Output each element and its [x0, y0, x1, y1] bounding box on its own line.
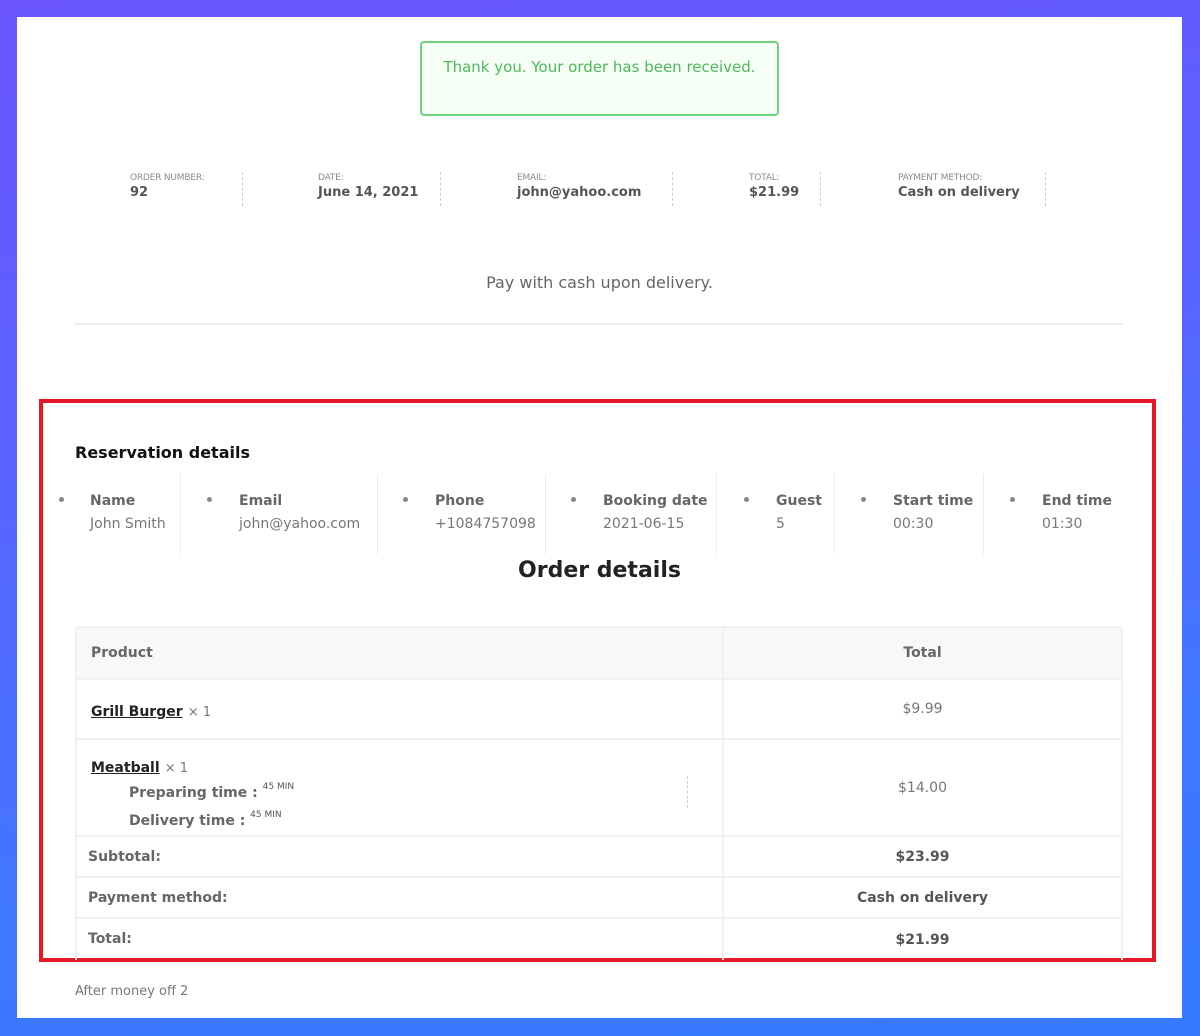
product-link[interactable]: Meatball [91, 760, 160, 776]
subtotal-row: Subtotal: $23.99 [77, 837, 1121, 878]
overview-value: 92 [130, 185, 149, 200]
reservation-field-email: Email john@yahoo.com [181, 474, 378, 554]
field-label: Start time [893, 493, 974, 509]
reservation-field-guest: Guest 5 [717, 474, 835, 554]
field-label: Booking date [603, 493, 708, 509]
reservation-details-list: Name John Smith Email john@yahoo.com Pho… [17, 474, 1182, 554]
product-cell: Grill Burger × 1 [77, 680, 724, 738]
field-value: +1084757098 [435, 516, 536, 532]
bullet-icon [744, 497, 749, 502]
field-label: Guest [776, 493, 822, 509]
overview-payment-method: Payment method: Cash on delivery [898, 172, 1046, 206]
bullet-icon [1010, 497, 1015, 502]
payment-instructions: Pay with cash upon delivery. [486, 273, 713, 292]
field-label: End time [1042, 493, 1112, 509]
product-total: $14.00 [898, 779, 947, 796]
overview-label: Total: [749, 173, 780, 183]
order-details-table: Product Total Grill Burger × 1 $9.99 Mea… [75, 626, 1123, 960]
field-value: john@yahoo.com [239, 516, 361, 532]
totals-label: Payment method: [77, 878, 724, 917]
product-link[interactable]: Grill Burger [91, 704, 183, 720]
field-value: 01:30 [1042, 516, 1083, 532]
reservation-field-name: Name John Smith [59, 474, 181, 554]
totals-label: Subtotal: [77, 837, 724, 876]
field-value: 00:30 [893, 516, 934, 532]
section-divider [75, 323, 1123, 325]
overview-value: June 14, 2021 [318, 185, 419, 200]
overview-label: Order number: [130, 173, 205, 183]
meta-value: 45 MIN [250, 810, 282, 820]
totals-value: $23.99 [895, 848, 950, 865]
reservation-field-end-time: End time 01:30 [984, 474, 1124, 554]
meta-label: Delivery time : [129, 813, 246, 829]
overview-value: Cash on delivery [898, 185, 1020, 200]
meta-value: 45 MIN [262, 782, 295, 792]
table-row: Meatball × 1 Preparing time : 45 MIN Del… [77, 740, 1121, 837]
field-value: John Smith [90, 516, 166, 532]
overview-label: Date: [318, 173, 344, 183]
overview-label: Email: [517, 173, 547, 183]
payment-method-row: Payment method: Cash on delivery [77, 878, 1121, 919]
table-row: Grill Burger × 1 $9.99 [77, 680, 1121, 740]
overview-email: Email: john@yahoo.com [517, 172, 673, 206]
column-header-product: Product [77, 628, 724, 678]
preparing-time: Preparing time : 45 MIN [91, 776, 722, 804]
column-header-total: Total [903, 645, 942, 661]
reservation-field-start-time: Start time 00:30 [835, 474, 984, 554]
order-received-notice: Thank you. Your order has been received. [420, 41, 779, 116]
discount-note: After money off 2 [75, 984, 189, 999]
meta-label: Preparing time : [129, 785, 258, 801]
product-quantity: × 1 [164, 761, 189, 776]
field-label: Phone [435, 493, 485, 509]
overview-order-number: Order number: 92 [130, 172, 243, 206]
product-total: $9.99 [902, 701, 943, 717]
totals-label: Total: [77, 919, 724, 960]
table-header: Product Total [77, 628, 1121, 680]
overview-total: Total: $21.99 [749, 172, 821, 206]
notice-message: Thank you. Your order has been received. [443, 58, 756, 76]
dashed-separator [687, 776, 688, 808]
order-details-title: Order details [518, 558, 681, 583]
totals-value: $21.99 [895, 931, 950, 948]
overview-label: Payment method: [898, 173, 983, 183]
delivery-time: Delivery time : 45 MIN [91, 804, 722, 832]
order-received-page: Thank you. Your order has been received.… [17, 17, 1182, 1018]
product-quantity: × 1 [187, 705, 212, 720]
field-value: 2021-06-15 [603, 516, 685, 532]
field-label: Email [239, 493, 283, 509]
total-row: Total: $21.99 [77, 919, 1121, 960]
overview-value: $21.99 [749, 185, 800, 200]
bullet-icon [207, 497, 212, 502]
overview-value: john@yahoo.com [517, 185, 642, 200]
bullet-icon [403, 497, 408, 502]
reservation-field-phone: Phone +1084757098 [378, 474, 546, 554]
overview-date: Date: June 14, 2021 [318, 172, 441, 206]
field-label: Name [90, 493, 136, 509]
totals-value: Cash on delivery [856, 889, 989, 906]
order-overview: Order number: 92 Date: June 14, 2021 Ema… [17, 172, 1182, 208]
reservation-field-booking-date: Booking date 2021-06-15 [546, 474, 717, 554]
bullet-icon [59, 497, 64, 502]
bullet-icon [861, 497, 866, 502]
field-value: 5 [776, 516, 785, 532]
product-cell: Meatball × 1 Preparing time : 45 MIN Del… [77, 740, 724, 835]
bullet-icon [571, 497, 576, 502]
reservation-title: Reservation details [75, 443, 250, 462]
